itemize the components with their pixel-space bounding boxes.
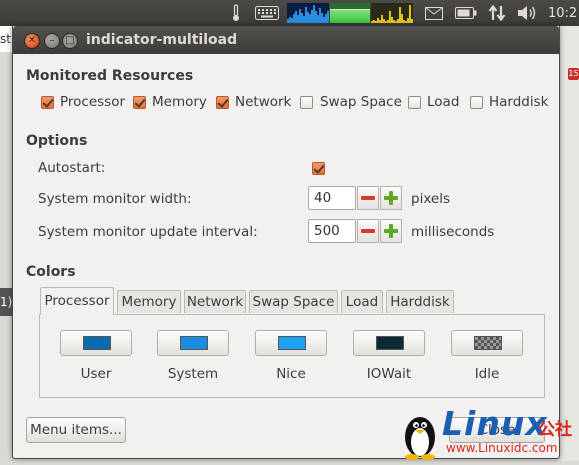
- background-badge: 15: [568, 68, 579, 80]
- title-bar[interactable]: ✕ – □ indicator-multiload: [13, 26, 559, 54]
- watermark-logo-text: Linux: [442, 404, 548, 443]
- network-arrows-icon[interactable]: [487, 0, 507, 26]
- multiload-preferences-window: ✕ – □ indicator-multiload Monitored Reso…: [12, 26, 560, 459]
- tab-memory[interactable]: Memory: [117, 290, 181, 313]
- width-unit-label: pixels: [411, 191, 450, 207]
- processor-graph-bars: [287, 3, 329, 23]
- processor-graph-bar: [327, 11, 329, 23]
- iowait-color-swatch: [376, 336, 404, 350]
- iowait-color-button[interactable]: [353, 330, 425, 356]
- nice-color-swatch: [278, 336, 306, 350]
- watermark-url: www.Linuxidc.com: [446, 441, 558, 455]
- width-label: System monitor width:: [38, 191, 192, 207]
- system-color-button[interactable]: [157, 330, 229, 356]
- interval-input[interactable]: 500: [308, 219, 356, 243]
- background-window-right: 15: [558, 26, 579, 461]
- nice-color-label: Nice: [276, 366, 306, 382]
- processor-checkbox[interactable]: [41, 96, 54, 109]
- user-color-label: User: [80, 366, 112, 382]
- top-panel: 10:2: [0, 0, 579, 26]
- options-heading: Options: [26, 133, 88, 149]
- watermark-cn-text: 公社: [538, 420, 572, 440]
- tab-swap-space[interactable]: Swap Space: [249, 290, 338, 313]
- colors-tab-pane: [39, 314, 545, 398]
- system-color-label: System: [167, 366, 219, 382]
- swap-space-checkbox[interactable]: [300, 96, 313, 109]
- background-window-edge-mid: 1): [0, 288, 12, 316]
- keyboard-icon[interactable]: [254, 0, 280, 26]
- network-graph[interactable]: [371, 3, 413, 23]
- linuxidc-watermark: Linux 公社 www.Linuxidc.com: [398, 404, 579, 461]
- idle-color-button[interactable]: [451, 330, 523, 356]
- memory-checkbox-label[interactable]: Memory: [152, 94, 207, 110]
- memory-graph-fill: [330, 9, 370, 23]
- width-increase-button[interactable]: [380, 186, 402, 210]
- width-input[interactable]: 40: [308, 186, 356, 210]
- background-text-top: st: [0, 32, 11, 46]
- network-graph-bar: [411, 19, 413, 23]
- volume-icon[interactable]: [515, 0, 539, 26]
- menu-items-button[interactable]: Menu items...: [26, 417, 126, 443]
- maximize-window-button[interactable]: □: [62, 33, 78, 49]
- idle-color-label: Idle: [474, 366, 500, 382]
- processor-graph[interactable]: [287, 3, 329, 23]
- window-title: indicator-multiload: [86, 32, 238, 48]
- background-window-edge-top: st: [0, 26, 12, 52]
- tab-load[interactable]: Load: [341, 290, 383, 313]
- minimize-window-button[interactable]: –: [44, 33, 60, 49]
- user-color-swatch: [83, 336, 111, 350]
- background-text-mid: 1): [0, 295, 12, 309]
- interval-decrease-button[interactable]: [357, 219, 379, 243]
- interval-unit-label: milliseconds: [411, 224, 495, 240]
- close-window-button[interactable]: ✕: [24, 33, 40, 49]
- interval-label: System monitor update interval:: [38, 224, 258, 240]
- memory-checkbox[interactable]: [133, 96, 146, 109]
- nice-color-button[interactable]: [255, 330, 327, 356]
- load-checkbox[interactable]: [408, 96, 421, 109]
- battery-icon[interactable]: [454, 0, 478, 26]
- email-icon[interactable]: [424, 0, 444, 26]
- colors-heading: Colors: [26, 264, 76, 280]
- memory-graph[interactable]: [330, 3, 370, 23]
- swap-space-checkbox-label[interactable]: Swap Space: [320, 94, 402, 110]
- idle-color-swatch: [474, 336, 502, 350]
- maximize-icon: □: [65, 35, 75, 46]
- harddisk-checkbox[interactable]: [470, 96, 483, 109]
- network-graph-bars: [371, 3, 413, 23]
- iowait-color-label: IOWait: [366, 366, 412, 382]
- load-checkbox-label[interactable]: Load: [427, 94, 459, 110]
- clock[interactable]: 10:2: [548, 0, 579, 26]
- tab-processor[interactable]: Processor: [40, 287, 114, 315]
- network-checkbox-label[interactable]: Network: [235, 94, 291, 110]
- width-decrease-button[interactable]: [357, 186, 379, 210]
- network-checkbox[interactable]: [216, 96, 229, 109]
- harddisk-checkbox-label[interactable]: Harddisk: [489, 94, 548, 110]
- processor-checkbox-label[interactable]: Processor: [60, 94, 125, 110]
- monitored-resources-heading: Monitored Resources: [26, 68, 194, 84]
- minimize-icon: –: [49, 35, 55, 46]
- interval-increase-button[interactable]: [380, 219, 402, 243]
- autostart-label: Autostart:: [38, 160, 106, 176]
- close-icon: ✕: [27, 35, 37, 46]
- system-color-swatch: [180, 336, 208, 350]
- tab-harddisk[interactable]: Harddisk: [386, 290, 454, 313]
- thermometer-icon[interactable]: [228, 0, 244, 26]
- user-color-button[interactable]: [60, 330, 132, 356]
- tab-network[interactable]: Network: [184, 290, 246, 313]
- autostart-checkbox[interactable]: [312, 162, 325, 175]
